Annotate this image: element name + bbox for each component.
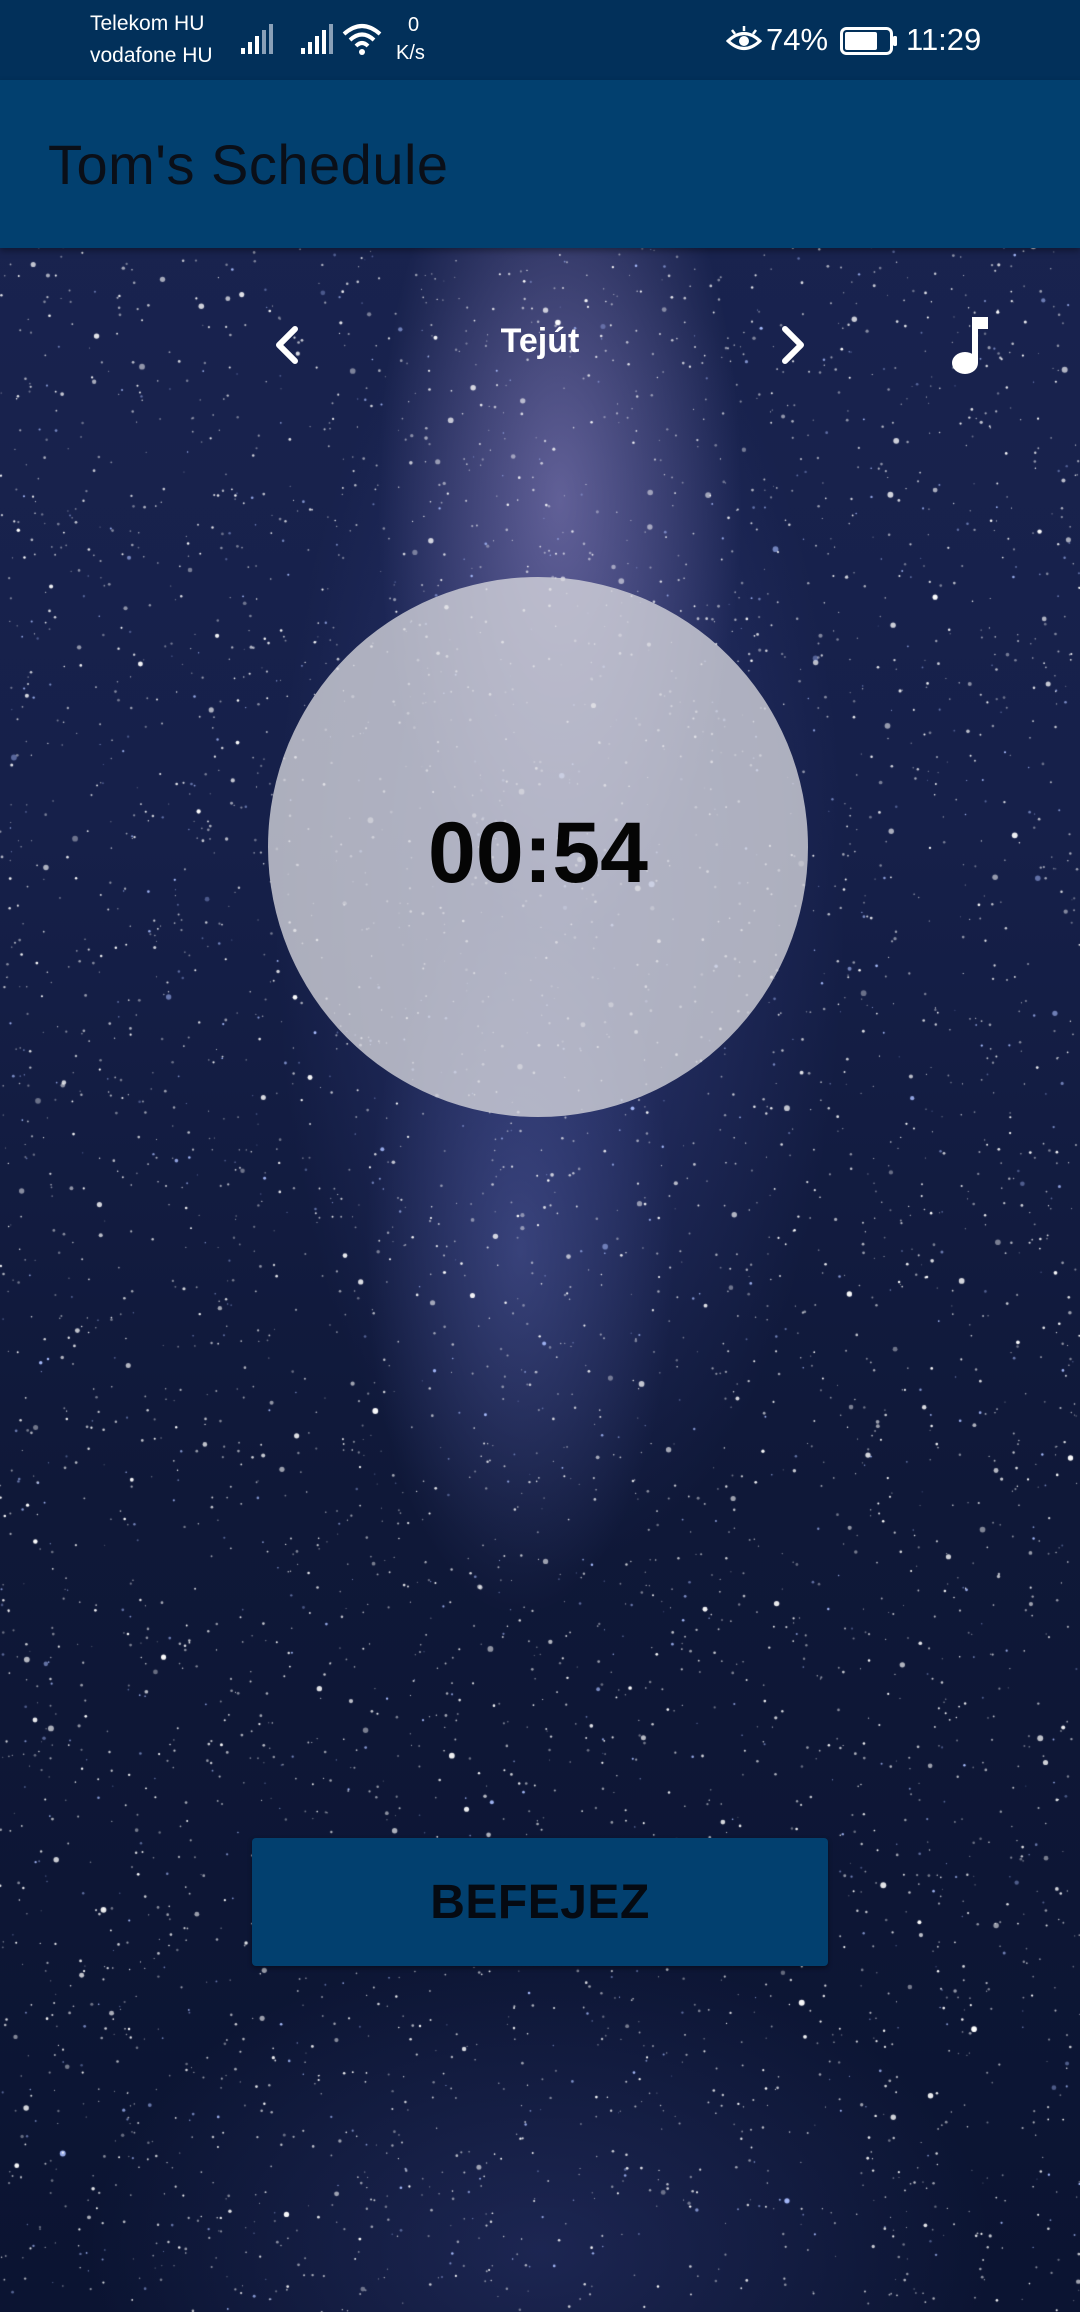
battery-percent: 74%	[766, 22, 829, 57]
timer-circle: 00:54	[268, 577, 808, 1117]
music-button[interactable]	[930, 305, 1010, 385]
clock: 11:29	[906, 22, 982, 57]
wifi-icon	[342, 24, 382, 55]
track-name: Tejút	[500, 322, 580, 360]
eye-icon	[726, 26, 762, 50]
signal-icon	[241, 24, 273, 54]
battery-icon	[840, 27, 897, 55]
next-track-button[interactable]	[753, 305, 833, 385]
music-note-icon	[952, 317, 988, 374]
finish-button[interactable]: BEFEJEZ	[252, 1838, 828, 1966]
previous-track-button[interactable]	[247, 305, 327, 385]
page-title: Tom's Schedule	[48, 133, 449, 196]
app-bar: Tom's Schedule	[0, 80, 1080, 248]
net-speed-unit: K/s	[396, 42, 425, 64]
signal-icon	[301, 24, 333, 54]
finish-button-label: BEFEJEZ	[430, 1875, 650, 1929]
carrier-name-2: vodafone HU	[90, 44, 213, 67]
net-speed-value: 0	[408, 14, 420, 36]
carrier-name-1: Telekom HU	[90, 12, 205, 35]
timer-display: 00:54	[428, 804, 648, 901]
status-bar: Telekom HU vodafone HU 0 K/s 74% 11:29	[0, 0, 1080, 80]
chevron-right-icon	[782, 326, 804, 364]
chevron-left-icon	[276, 326, 298, 364]
